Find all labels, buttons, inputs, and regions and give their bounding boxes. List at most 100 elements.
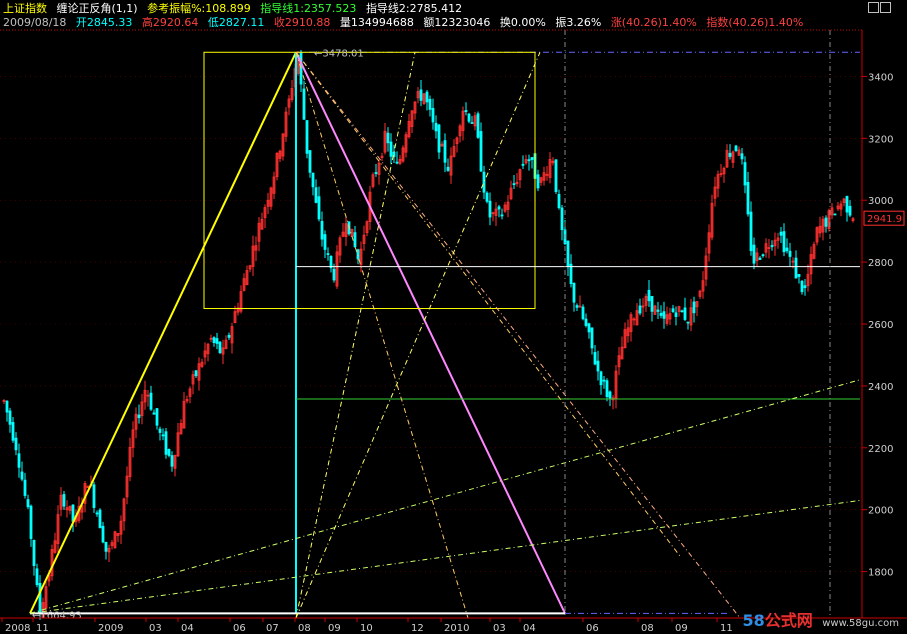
candle-body — [308, 150, 312, 173]
x-tick-label: 03 — [149, 623, 162, 634]
candle-body — [8, 410, 12, 425]
candle-body — [596, 360, 600, 372]
candlestick-chart[interactable]: ←3478.01 ←1664.93 1800 2000 2200 2400 2600 280… — [0, 0, 907, 634]
candle-body — [536, 174, 540, 189]
candle-body — [656, 309, 660, 312]
x-tick-label: 11 — [720, 623, 733, 634]
candle-body — [20, 471, 24, 480]
candle-body — [647, 289, 651, 302]
y-tick-label: 1800 — [868, 568, 893, 579]
candle-body — [161, 434, 165, 437]
candle-body — [29, 505, 33, 539]
candle-body — [794, 257, 798, 279]
candle-body — [686, 321, 690, 324]
candle-body — [467, 113, 471, 122]
x-tick-label: 09 — [675, 623, 688, 634]
x-tick-label: 08 — [641, 623, 654, 634]
candle-body — [62, 494, 66, 507]
candle-body — [485, 192, 489, 202]
candle-body — [845, 195, 849, 213]
candle-body — [824, 217, 828, 227]
candle-body — [782, 231, 786, 253]
candle-body — [488, 200, 492, 218]
candle-body — [395, 161, 399, 164]
candle-body — [167, 449, 171, 456]
candle-body — [326, 253, 330, 255]
x-tick-label: 08 — [298, 623, 311, 634]
candle-body — [212, 337, 216, 343]
y-tick-label: 2200 — [868, 444, 893, 455]
candle-body — [23, 479, 27, 496]
candle-body — [671, 308, 675, 313]
candle-body — [575, 305, 579, 308]
candle-body — [779, 231, 783, 236]
x-tick-label: 2009 — [98, 623, 123, 634]
x-tick-label: 03 — [493, 623, 506, 634]
candle-body — [302, 88, 306, 120]
candle-body — [734, 145, 738, 151]
x-tick-label: 12 — [411, 623, 424, 634]
candle-body — [104, 541, 108, 552]
candle-body — [32, 539, 36, 566]
candle-body — [800, 280, 804, 293]
candle-body — [599, 371, 603, 386]
candle-body — [170, 455, 174, 467]
candle-body — [512, 183, 516, 186]
candle-body — [323, 234, 327, 250]
candle-body — [479, 131, 483, 172]
y-tick-label: 2600 — [868, 320, 893, 331]
candle-body — [848, 205, 852, 216]
candle-body — [425, 91, 429, 103]
x-tick-label: 06 — [586, 623, 599, 634]
candle-body — [746, 182, 750, 215]
candle-body — [14, 437, 18, 451]
candle-body — [605, 380, 609, 398]
candle-body — [797, 274, 801, 277]
candle-body — [389, 141, 393, 157]
candle-body — [557, 193, 561, 209]
candle-body — [521, 163, 525, 166]
watermark-url: www.58gu.com — [822, 618, 899, 629]
candle-body — [680, 310, 684, 313]
x-tick-label: 09 — [328, 623, 341, 634]
watermark: 58公式网 www.58gu.com — [742, 607, 899, 631]
candle-body — [692, 301, 696, 314]
candle-body — [320, 220, 324, 240]
candle-body — [38, 582, 42, 614]
x-tick-label: 04 — [181, 623, 194, 634]
low-high-trendline — [29, 51, 297, 614]
high-label: ←3478.01 — [314, 48, 364, 59]
candle-body — [95, 512, 99, 515]
candle-body — [581, 306, 585, 320]
candle-body — [587, 323, 591, 333]
candle-body — [803, 285, 807, 289]
candle-body — [194, 370, 198, 377]
candle-body — [650, 295, 654, 312]
candle-body — [137, 414, 141, 419]
candle-body — [329, 255, 333, 269]
candle-body — [770, 245, 774, 248]
fan-ray — [295, 51, 741, 619]
candle-body — [218, 341, 222, 353]
candle-body — [101, 525, 105, 543]
candle-body — [758, 257, 762, 260]
fan-ray — [295, 52, 541, 619]
x-tick-label: 10 — [360, 623, 373, 634]
candle-body — [164, 431, 168, 455]
candle-body — [476, 113, 480, 138]
candle-body — [470, 122, 474, 124]
candle-body — [374, 172, 378, 174]
candle-body — [419, 89, 423, 101]
y-tick-label: 3400 — [868, 72, 893, 83]
candle-body — [638, 305, 642, 314]
candle-body — [683, 307, 687, 320]
candle-body — [386, 132, 390, 144]
candle-body — [560, 207, 564, 231]
candle-body — [71, 504, 75, 522]
candle-body — [833, 213, 837, 216]
candle-body — [26, 499, 30, 508]
y-tick-label: 3000 — [868, 196, 893, 207]
candle-body — [11, 421, 15, 441]
candle-body — [554, 159, 558, 192]
candle-body — [356, 249, 360, 260]
